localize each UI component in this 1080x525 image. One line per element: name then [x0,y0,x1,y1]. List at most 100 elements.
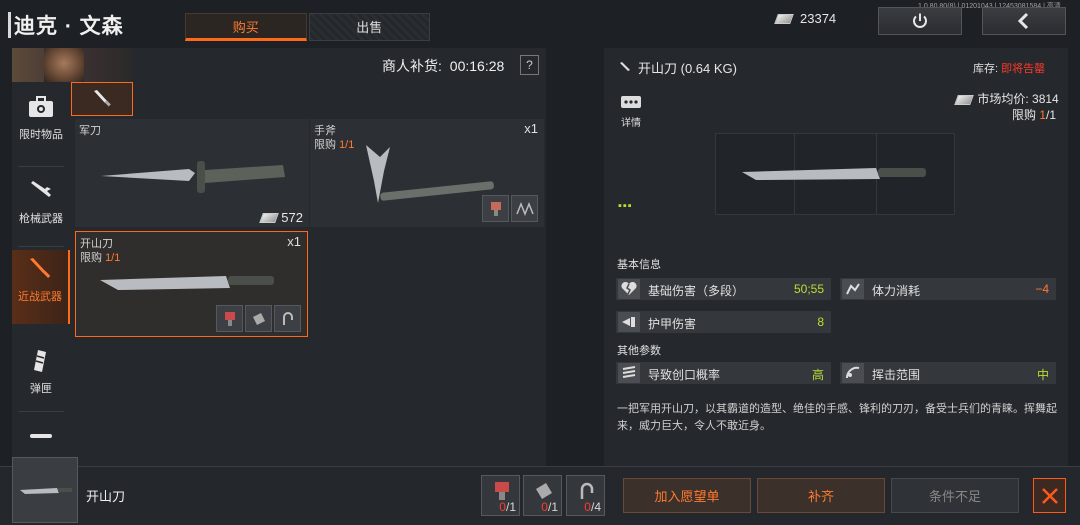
power-button[interactable] [878,7,962,35]
category-limited[interactable]: 限时物品 [12,88,70,160]
restock-label: 商人补货: [382,58,442,74]
machete-preview-icon [742,168,926,180]
category-melee[interactable]: 近战武器 [12,250,70,324]
hatchet-icon [366,145,494,203]
swing-icon [842,363,864,383]
item-qty: x1 [287,234,301,249]
bayonet-icon [101,161,285,193]
stat-label: 基础伤害（多段） [648,284,745,298]
have-count: 0 [584,500,591,514]
drill-icon [224,311,235,326]
details-label: 详情 [621,118,641,129]
category-guns[interactable]: 枪械武器 [12,172,70,244]
restock-time: 00:16:28 [449,58,505,74]
selected-item-thumbnail [12,457,78,523]
detail-item-name: 开山刀 (0.64 KG) [618,58,737,77]
wire-icon [515,201,534,216]
category-magazine[interactable]: 弹匣 [12,342,70,414]
detail-title: 开山刀 (0.64 KG) [638,61,737,76]
have-count: 0 [541,500,548,514]
purchase-limit: 限购 1/1 [1012,106,1056,123]
help-button[interactable]: ? [520,55,539,75]
chevron-left-icon [1017,12,1029,30]
knife-icon [94,90,111,107]
requirement-slot[interactable]: 0/1 [523,475,562,516]
hook-icon [580,482,594,499]
filter-knife-chip[interactable] [71,82,133,116]
market-price: 市场均价: 3814 [954,90,1059,107]
armor-pierce-icon [618,312,640,332]
stat-value: 中 [1036,368,1049,382]
restock-button[interactable]: 补齐 [757,478,885,513]
tab-buy[interactable]: 购买 [185,13,307,41]
item-card-hatchet[interactable]: 手斧 限购 1/1 x1 [310,119,544,227]
currency-display: 23374 [774,11,836,26]
stock-status: 库存: 即将告罄 [973,60,1045,76]
item-card-machete[interactable]: 开山刀 限购 1/1 x1 [75,231,308,337]
cloth-icon [252,312,265,325]
ammo-icon [30,434,52,438]
item-preview [715,133,955,215]
mod-slot[interactable] [274,305,301,332]
stat-label: 导致创口概率 [648,368,721,382]
basic-info-title: 基本信息 [617,259,661,271]
selected-item-name: 开山刀 [86,489,126,504]
stat-label: 护甲伤害 [648,317,697,331]
market-price-label: 市场均价: [977,92,1029,106]
requirement-slot[interactable]: 0/1 [481,475,520,516]
mod-slot[interactable] [245,305,272,332]
rifle-icon [31,181,51,197]
mod-slot[interactable] [511,195,538,222]
item-limit: 限购 1/1 [314,136,354,152]
details-button[interactable]: 详情 [618,95,644,129]
power-icon [913,13,927,28]
tab-sell[interactable]: 出售 [308,13,430,41]
limit-value: 1/1 [339,139,355,151]
limit-label: 限购 [1012,108,1037,122]
back-button[interactable] [982,7,1066,35]
mod-slot[interactable] [216,305,243,332]
broken-heart-icon [618,279,640,299]
hook-icon [282,311,293,325]
requirement-count: 0/1 [541,500,558,514]
stat-label: 挥击范围 [872,368,921,382]
drill-icon [495,482,509,500]
machete-icon [20,488,72,494]
have-count: 0 [499,500,506,514]
add-to-wishlist-button[interactable]: 加入愿望单 [623,478,751,513]
price-value: 572 [281,210,303,225]
category-label: 限时物品 [19,129,63,141]
requirement-count: 0/4 [584,500,601,514]
stock-value: 即将告罄 [1001,63,1046,75]
chat-details-icon [621,96,641,108]
merchant-avatar [44,48,84,82]
category-label: 近战武器 [18,291,62,303]
category-more[interactable] [12,426,70,448]
mod-slot[interactable] [482,195,509,222]
stat-label: 体力消耗 [872,284,921,298]
need-count: /1 [547,500,558,514]
item-price: 572 [259,210,303,225]
knife-icon [620,61,630,71]
category-label: 弹匣 [30,383,52,395]
stock-label: 库存: [973,63,999,75]
money-icon [954,94,974,105]
title-accent [8,12,11,38]
drill-icon [490,201,501,216]
money-icon [774,13,794,24]
condition-unmet-button[interactable]: 条件不足 [891,478,1019,513]
requirement-slot[interactable]: 0/4 [566,475,605,516]
need-count: /4 [590,500,601,514]
item-name: 军刀 [79,125,101,137]
limit-value: 1/1 [105,252,121,264]
other-params-title: 其他参数 [617,345,661,357]
money-icon [259,212,280,223]
limit-label: 限购 [80,252,102,264]
item-card-saber[interactable]: 军刀 572 [75,119,309,227]
briefcase-icon [29,96,53,117]
stat-stamina-cost: 体力消耗 −4 [840,278,1056,300]
stat-value: 8 [817,315,824,329]
stat-swing-range: 挥击范围 中 [840,362,1056,384]
close-button[interactable] [1033,478,1066,513]
requirement-count: 0/1 [499,500,516,514]
